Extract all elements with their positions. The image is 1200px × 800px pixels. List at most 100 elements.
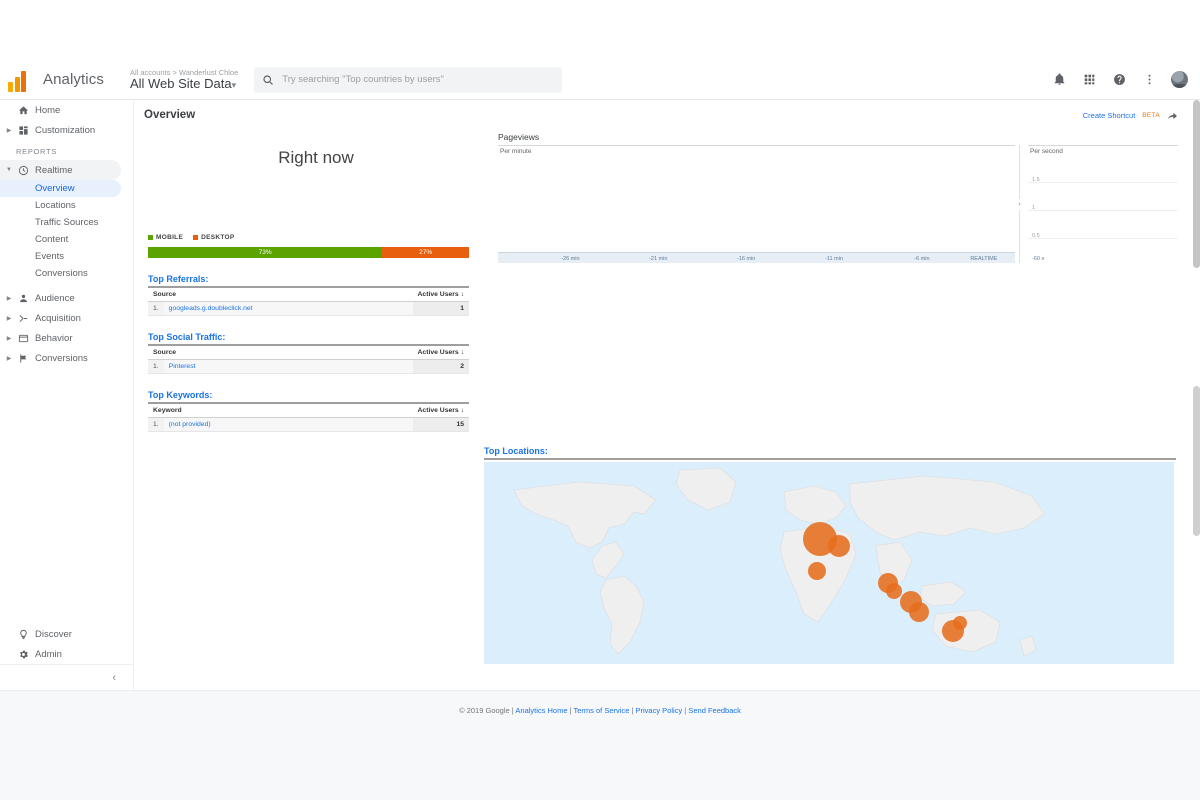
footer-link-analytics-home[interactable]: Analytics Home — [515, 706, 567, 715]
search-input[interactable] — [282, 74, 555, 85]
sidebar-item-admin-label: Admin — [35, 648, 62, 660]
axis-tick: -11 min — [825, 255, 844, 262]
gridline — [1028, 238, 1178, 239]
top-keywords-block: Top Keywords: Keyword Active Users ↓ 1. … — [148, 390, 469, 432]
map-bubble[interactable] — [886, 583, 902, 599]
collapse-arrow-icon: ▼ — [6, 167, 12, 173]
chevron-down-icon[interactable]: ▾ — [232, 80, 237, 90]
sidebar-item-acquisition[interactable]: ▶ Acquisition — [0, 308, 133, 328]
row-source-link[interactable]: Pinterest — [169, 363, 196, 370]
expand-arrow-icon: ▶ — [6, 295, 12, 302]
flag-icon — [14, 353, 32, 364]
sidebar-item-conversions[interactable]: ▶ Conversions — [0, 348, 133, 368]
sidebar-subitem-label: Overview — [35, 183, 75, 194]
sidebar-item-discover[interactable]: Discover — [0, 624, 134, 644]
row-active-users: 2 — [412, 359, 469, 374]
footer-link-send-feedback[interactable]: Send Feedback — [688, 706, 741, 715]
device-legend: MOBILE DESKTOP — [148, 234, 484, 241]
sidebar-item-realtime-conversions[interactable]: Conversions — [0, 265, 133, 282]
world-map[interactable] — [484, 462, 1174, 664]
row-source[interactable]: Pinterest — [163, 359, 413, 374]
top-social-traffic-block: Top Social Traffic: Source Active Users … — [148, 332, 469, 374]
world-map-landmasses — [513, 467, 1045, 657]
top-locations-section: Top Locations: — [470, 446, 1192, 664]
row-active-users: 15 — [412, 417, 469, 432]
map-bubble[interactable] — [808, 562, 826, 580]
chart-resize-divider[interactable]: › — [1016, 145, 1023, 263]
pageviews-per-second-chart[interactable]: Per second 1.5 1 0.5 -60 s — [1028, 145, 1178, 263]
map-bubble[interactable] — [909, 602, 929, 622]
y-axis-tick: 0.5 — [1032, 233, 1040, 239]
axis-tick: -16 min — [736, 255, 756, 262]
expand-arrow-icon: ▶ — [6, 355, 12, 362]
sidebar-subitem-label: Traffic Sources — [35, 217, 99, 228]
more-options-icon[interactable] — [1141, 72, 1157, 88]
footer-link-terms-of-service[interactable]: Terms of Service — [574, 706, 630, 715]
customization-icon — [14, 125, 32, 136]
map-bubble[interactable] — [953, 616, 967, 630]
scrollbar-thumb-secondary[interactable] — [1193, 386, 1200, 536]
sidebar-item-behavior[interactable]: ▶ Behavior — [0, 328, 133, 348]
sidebar-item-acquisition-label: Acquisition — [35, 312, 81, 324]
sidebar-item-realtime-traffic-sources[interactable]: Traffic Sources — [0, 214, 133, 231]
sidebar-item-admin[interactable]: Admin — [0, 644, 134, 664]
clock-icon — [14, 165, 32, 176]
sidebar-item-realtime-content[interactable]: Content — [0, 231, 133, 248]
chevron-right-icon[interactable]: › — [1016, 199, 1023, 210]
header-icons — [1051, 71, 1200, 88]
main-content: Overview Create Shortcut BETA Right now … — [134, 100, 1192, 690]
sidebar-item-realtime-locations[interactable]: Locations — [0, 197, 133, 214]
gridline — [1028, 182, 1178, 183]
sidebar-item-realtime[interactable]: ▼ Realtime — [0, 160, 121, 180]
content-columns: Right now MOBILE DESKTOP 73% 27% Top Ref… — [134, 130, 1192, 432]
pageviews-per-minute-chart[interactable]: Per minute -26 min -21 min -16 min -11 m… — [498, 145, 1015, 263]
col-header-active-users[interactable]: Active Users ↓ — [412, 404, 469, 418]
analytics-logo-icon — [8, 68, 34, 92]
axis-tick: -6 min — [914, 255, 930, 262]
axis-tick: -21 min — [649, 255, 668, 262]
brand-label: Analytics — [43, 71, 104, 88]
device-bar-mobile: 73% — [148, 247, 383, 258]
search-box[interactable] — [254, 66, 563, 93]
help-icon[interactable] — [1111, 72, 1127, 88]
create-shortcut-button[interactable]: Create Shortcut — [1083, 111, 1136, 120]
per-second-label: Per second — [1030, 148, 1063, 155]
sidebar-item-realtime-events[interactable]: Events — [0, 248, 133, 265]
sidebar-collapse-button[interactable]: ‹ — [0, 664, 134, 690]
sidebar-item-audience[interactable]: ▶ Audience — [0, 288, 133, 308]
top-referrals-block: Top Referrals: Source Active Users ↓ 1. … — [148, 274, 469, 316]
row-source[interactable]: googleads.g.doubleclick.net — [163, 301, 413, 316]
row-source-link[interactable]: googleads.g.doubleclick.net — [169, 305, 253, 312]
sidebar-item-home[interactable]: Home — [0, 100, 133, 120]
row-keyword-link[interactable]: (not provided) — [169, 421, 211, 428]
pageviews-title: Pageviews — [498, 132, 540, 142]
sidebar-subitem-label: Events — [35, 251, 65, 262]
footer-sep: | — [569, 706, 572, 715]
y-axis-tick: 1 — [1032, 205, 1036, 211]
row-index: 1. — [148, 359, 164, 374]
view-name-label: All Web Site Data — [129, 75, 232, 91]
col-header-active-users[interactable]: Active Users ↓ — [412, 346, 469, 360]
row-keyword[interactable]: (not provided) — [163, 417, 413, 432]
footer-sep: | — [631, 706, 634, 715]
map-bubble[interactable] — [828, 535, 850, 557]
page-scrollbar[interactable] — [1193, 100, 1200, 690]
sidebar-subitem-label: Locations — [35, 200, 76, 211]
scrollbar-thumb[interactable] — [1193, 100, 1200, 268]
top-keywords-table: Keyword Active Users ↓ 1. (not provided)… — [148, 404, 469, 432]
table-row: 1. Pinterest 2 — [148, 359, 469, 374]
footer-link-privacy-policy[interactable]: Privacy Policy — [636, 706, 683, 715]
avatar[interactable] — [1171, 71, 1188, 88]
sidebar-item-conversions-label: Conversions — [35, 352, 88, 364]
col-header-active-users-label: Active Users — [417, 349, 459, 356]
sidebar-item-customization[interactable]: ▶ Customization — [0, 120, 133, 140]
home-icon — [14, 105, 32, 116]
col-header-active-users[interactable]: Active Users ↓ — [412, 288, 469, 302]
sidebar-item-realtime-overview[interactable]: Overview — [0, 180, 121, 197]
account-selector[interactable]: All accounts > Wanderlust Chloe All Web … — [129, 68, 238, 91]
share-icon[interactable] — [1167, 111, 1178, 120]
page-header: Overview Create Shortcut BETA — [134, 100, 1192, 130]
notifications-bell-icon[interactable] — [1051, 72, 1067, 88]
page-title: Overview — [144, 109, 196, 121]
apps-grid-icon[interactable] — [1081, 72, 1097, 88]
